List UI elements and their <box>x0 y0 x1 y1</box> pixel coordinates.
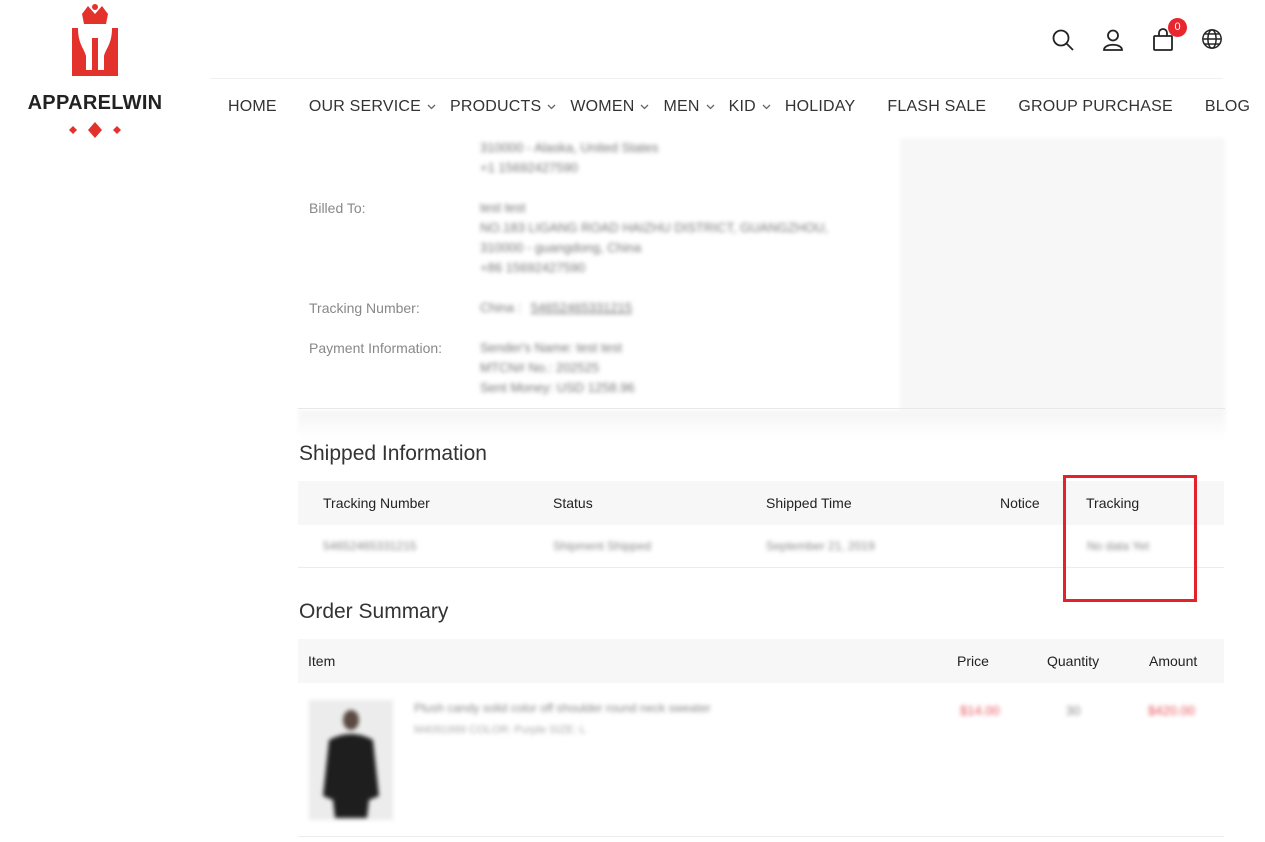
header-divider <box>210 78 1223 79</box>
nav-item-women[interactable]: WOMEN <box>570 98 649 116</box>
col-quantity: Quantity <box>1047 653 1100 669</box>
chevron-down-icon <box>547 104 556 110</box>
nav-item-group-purchase[interactable]: GROUP PURCHASE <box>1018 98 1173 116</box>
order-side-panel <box>900 138 1225 413</box>
col-status: Status <box>553 495 593 511</box>
brand-logo[interactable]: APPARELWIN <box>24 4 166 138</box>
tracking-number-value: China : 5465246533121​5 <box>480 300 633 315</box>
billed-to-address: test test NO.183 LIGANG ROAD HAIZHU DIST… <box>480 200 829 275</box>
nav-item-home[interactable]: HOME <box>228 98 277 116</box>
col-notice: Notice <box>1000 495 1040 511</box>
cart-count-badge: 0 <box>1168 18 1187 37</box>
nav-item-flash-sale[interactable]: FLASH SALE <box>887 98 986 116</box>
product-thumbnail[interactable] <box>309 700 393 820</box>
product-meta: M4091999 COLOR: Purple SIZE: L <box>414 724 586 736</box>
col-item: Item <box>308 653 336 669</box>
cart-icon[interactable]: 0 <box>1151 18 1187 52</box>
crown-logo-icon <box>72 4 118 76</box>
shipped-info-title: Shipped Information <box>299 442 487 465</box>
order-info-divider <box>298 408 1225 409</box>
tracking-number-label: Tracking Number: <box>309 300 420 316</box>
summary-table-header: Item Price Quantity Amount <box>298 639 1224 683</box>
order-summary-title: Order Summary <box>299 600 449 623</box>
nav-item-our-service[interactable]: OUR SERVICE <box>309 98 436 116</box>
col-tracking-number: Tracking Number <box>323 495 430 511</box>
chevron-down-icon <box>762 104 771 110</box>
summary-row-divider <box>298 836 1224 837</box>
chevron-down-icon <box>641 104 649 110</box>
nav-item-kid[interactable]: KID <box>729 98 771 116</box>
col-price: Price <box>957 653 989 669</box>
main-nav: HOME OUR SERVICE PRODUCTS WOMEN MEN KID … <box>228 98 1250 116</box>
nav-item-products[interactable]: PRODUCTS <box>450 98 556 116</box>
user-icon[interactable] <box>1101 28 1125 52</box>
product-name[interactable]: Plush candy solid color off shoulder rou… <box>414 701 711 715</box>
billed-to-label: Billed To: <box>309 200 366 216</box>
chevron-down-icon <box>427 104 436 110</box>
nav-item-holiday[interactable]: HOLIDAY <box>785 98 855 116</box>
payment-info-value: Sender's Name: test test MTCN# No.: 2025… <box>480 340 635 395</box>
row-shipped-time: September 21, 2019 <box>766 539 875 553</box>
row-status: Shipment Shipped <box>553 539 652 553</box>
col-shipped-time: Shipped Time <box>766 495 852 511</box>
row-tracking-number: 5465246533121​5 <box>323 539 417 553</box>
tracking-highlight-box <box>1063 475 1197 602</box>
nav-item-blog[interactable]: BLOG <box>1205 98 1250 116</box>
search-icon[interactable] <box>1051 28 1075 52</box>
col-amount: Amount <box>1149 653 1198 669</box>
globe-icon[interactable] <box>1201 28 1225 52</box>
order-info-shadow <box>298 410 1225 440</box>
ship-to-address: 310000 - Alaska, United States +1 156924… <box>480 140 659 175</box>
diamond-ornament-icon <box>69 122 121 138</box>
product-price: $14.00 <box>960 703 1000 718</box>
product-amount: $420.00 <box>1148 703 1195 718</box>
tracking-number-link[interactable]: 5465246533121​5 <box>531 300 632 315</box>
payment-info-label: Payment Information: <box>309 340 443 356</box>
product-quantity: 30 <box>1066 703 1081 718</box>
nav-item-men[interactable]: MEN <box>663 98 715 116</box>
brand-name: APPARELWIN <box>27 92 163 114</box>
chevron-down-icon <box>706 104 715 110</box>
